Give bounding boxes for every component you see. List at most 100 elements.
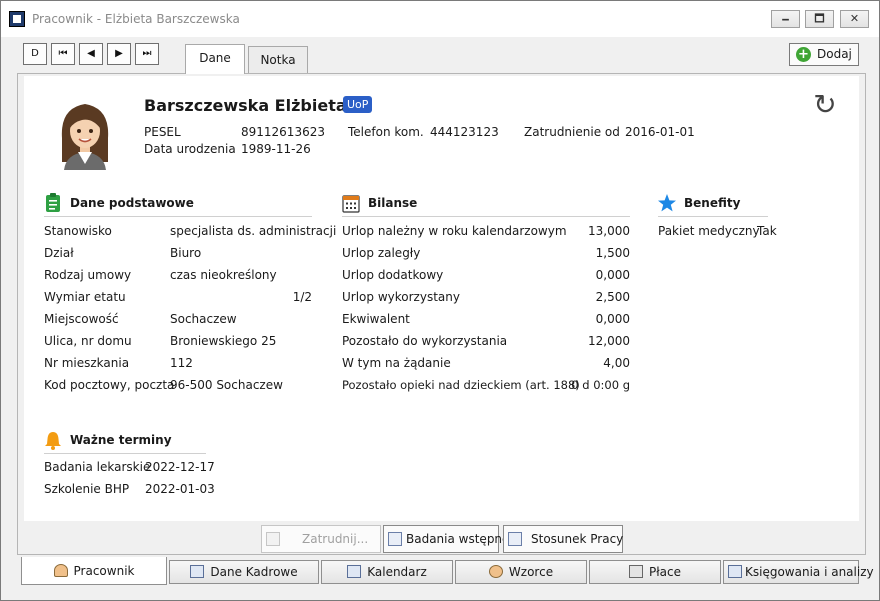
balances-divider (342, 216, 630, 217)
hire-button[interactable]: Zatrudnij... (261, 525, 381, 553)
benefits-title-text: Benefity (684, 196, 741, 210)
balance-label-6: W tym na żądanie (342, 356, 451, 370)
terms-title-text: Ważne terminy (70, 433, 172, 447)
employee-name: Barszczewska Elżbieta (144, 96, 347, 115)
tab-ksiegowania[interactable]: Księgowania i analizy (723, 560, 874, 584)
employee-card: Barszczewska Elżbieta UoP PESEL 89112613… (24, 76, 859, 521)
contract-badge: UoP (343, 96, 373, 113)
nav-prev-button[interactable]: ◀ (79, 43, 103, 65)
basic-value-3: 1/2 (292, 290, 312, 304)
nav-next-button[interactable]: ▶ (107, 43, 131, 65)
refresh-icon[interactable]: ↻ (810, 90, 840, 120)
basic-label-1: Dział (44, 246, 74, 260)
tab-place-label: Płace (649, 565, 681, 579)
basic-label-3: Wymiar etatu (44, 290, 126, 304)
maximize-button[interactable]: 🗖 (805, 10, 834, 28)
basic-label-7: Kod pocztowy, poczta (44, 378, 175, 392)
phone-label: Telefon kom. (348, 125, 424, 139)
basic-value-5: Broniewskiego 25 (170, 334, 277, 348)
benefit-value-0: Tak (757, 224, 777, 238)
tab-kalendarz-label: Kalendarz (367, 565, 427, 579)
tab-kalendarz[interactable]: Kalendarz (321, 560, 453, 584)
tab-dane-kadrowe[interactable]: Dane Kadrowe (169, 560, 319, 584)
balances-section-title: Bilanse (342, 192, 417, 214)
pesel-value: 89112613623 (241, 125, 325, 139)
benefit-label-0: Pakiet medyczny (658, 224, 760, 238)
phone-value: 444123123 (430, 125, 499, 139)
term-value-1: 2022-01-03 (145, 482, 215, 496)
tab-notka[interactable]: Notka (248, 46, 308, 74)
person-card-icon (508, 532, 522, 546)
nav-last-button[interactable]: ⏭ (135, 43, 159, 65)
tab-pracownik[interactable]: Pracownik (21, 557, 167, 585)
basic-title-text: Dane podstawowe (70, 196, 194, 210)
main-panel: Barszczewska Elżbieta UoP PESEL 89112613… (17, 73, 866, 555)
basic-divider (44, 216, 312, 217)
star-icon (658, 194, 676, 212)
balance-label-4: Ekwiwalent (342, 312, 410, 326)
balance-label-5: Pozostało do wykorzystania (342, 334, 508, 348)
avatar-icon (61, 104, 109, 170)
bell-icon (45, 432, 61, 450)
person-card-icon (266, 532, 280, 546)
terms-section-title: Ważne terminy (44, 429, 172, 451)
calendar-icon (342, 195, 360, 213)
id-card-icon (190, 565, 205, 578)
tab-place[interactable]: Płace (589, 560, 721, 584)
basic-label-2: Rodzaj umowy (44, 268, 132, 282)
birth-value: 1989-11-26 (241, 142, 311, 156)
tab-wzorce-label: Wzorce (508, 565, 554, 579)
title-bar: Pracownik - Elżbieta Barszczewska 🗕 🗖 ✕ (1, 1, 879, 37)
initial-exam-button[interactable]: Badania wstępne (383, 525, 509, 553)
term-label-1: Szkolenie BHP (44, 482, 130, 496)
minimize-button[interactable]: 🗕 (771, 10, 800, 28)
basic-label-5: Ulica, nr domu (44, 334, 132, 348)
ledger-icon (728, 565, 742, 578)
balance-label-1: Urlop zaległy (342, 246, 421, 260)
balance-label-0: Urlop należny w roku kalendarzowym (342, 224, 567, 238)
basic-value-0: specjalista ds. administracji (170, 224, 337, 238)
benefits-section-title: Benefity (658, 192, 740, 214)
basic-label-4: Miejscowość (44, 312, 119, 326)
balance-value-4: 0,000 (595, 312, 630, 326)
add-button[interactable]: + Dodaj (789, 43, 859, 66)
term-label-0: Badania lekarskie (44, 460, 151, 474)
employee-window: Pracownik - Elżbieta Barszczewska 🗕 🗖 ✕ … (0, 0, 880, 601)
balance-value-5: 12,000 (588, 334, 630, 348)
basic-section-title: Dane podstawowe (44, 192, 194, 214)
nav-start-button[interactable]: ⏮ (51, 43, 75, 65)
balance-value-0: 13,000 (588, 224, 630, 238)
terms-divider (44, 453, 206, 454)
employed-label: Zatrudnienie od (524, 125, 620, 139)
plus-icon: + (796, 47, 811, 62)
tab-dane-kadrowe-label: Dane Kadrowe (210, 565, 298, 579)
calculator-icon (629, 565, 643, 578)
tab-ksiegowania-label: Księgowania i analizy (745, 565, 874, 579)
tab-pracownik-label: Pracownik (73, 564, 135, 578)
clipboard-icon (46, 193, 60, 212)
basic-label-0: Stanowisko (44, 224, 112, 238)
nav-first-button[interactable]: D (23, 43, 47, 65)
term-value-0: 2022-12-17 (145, 460, 215, 474)
pesel-label: PESEL (144, 125, 181, 139)
birth-label: Data urodzenia (144, 142, 236, 156)
balances-title-text: Bilanse (368, 196, 418, 210)
add-button-label: Dodaj (817, 47, 852, 61)
tab-wzorce[interactable]: Wzorce (455, 560, 587, 584)
person-icon (53, 564, 68, 577)
app-icon (9, 11, 25, 27)
balance-label-2: Urlop dodatkowy (342, 268, 444, 282)
balance-value-6: 4,00 (603, 356, 630, 370)
employment-button[interactable]: Stosunek Pracy (503, 525, 623, 553)
people-icon (488, 565, 503, 578)
calendar-icon (347, 565, 362, 578)
tab-dane[interactable]: Dane (185, 44, 245, 74)
close-button[interactable]: ✕ (840, 10, 869, 28)
basic-value-7: 96-500 Sochaczew (170, 378, 283, 392)
balance-label-3: Urlop wykorzystany (342, 290, 460, 304)
basic-label-6: Nr mieszkania (44, 356, 130, 370)
benefits-divider (658, 216, 768, 217)
employment-button-label: Stosunek Pracy (531, 532, 624, 546)
basic-value-4: Sochaczew (170, 312, 237, 326)
hire-button-label: Zatrudnij... (302, 532, 369, 546)
